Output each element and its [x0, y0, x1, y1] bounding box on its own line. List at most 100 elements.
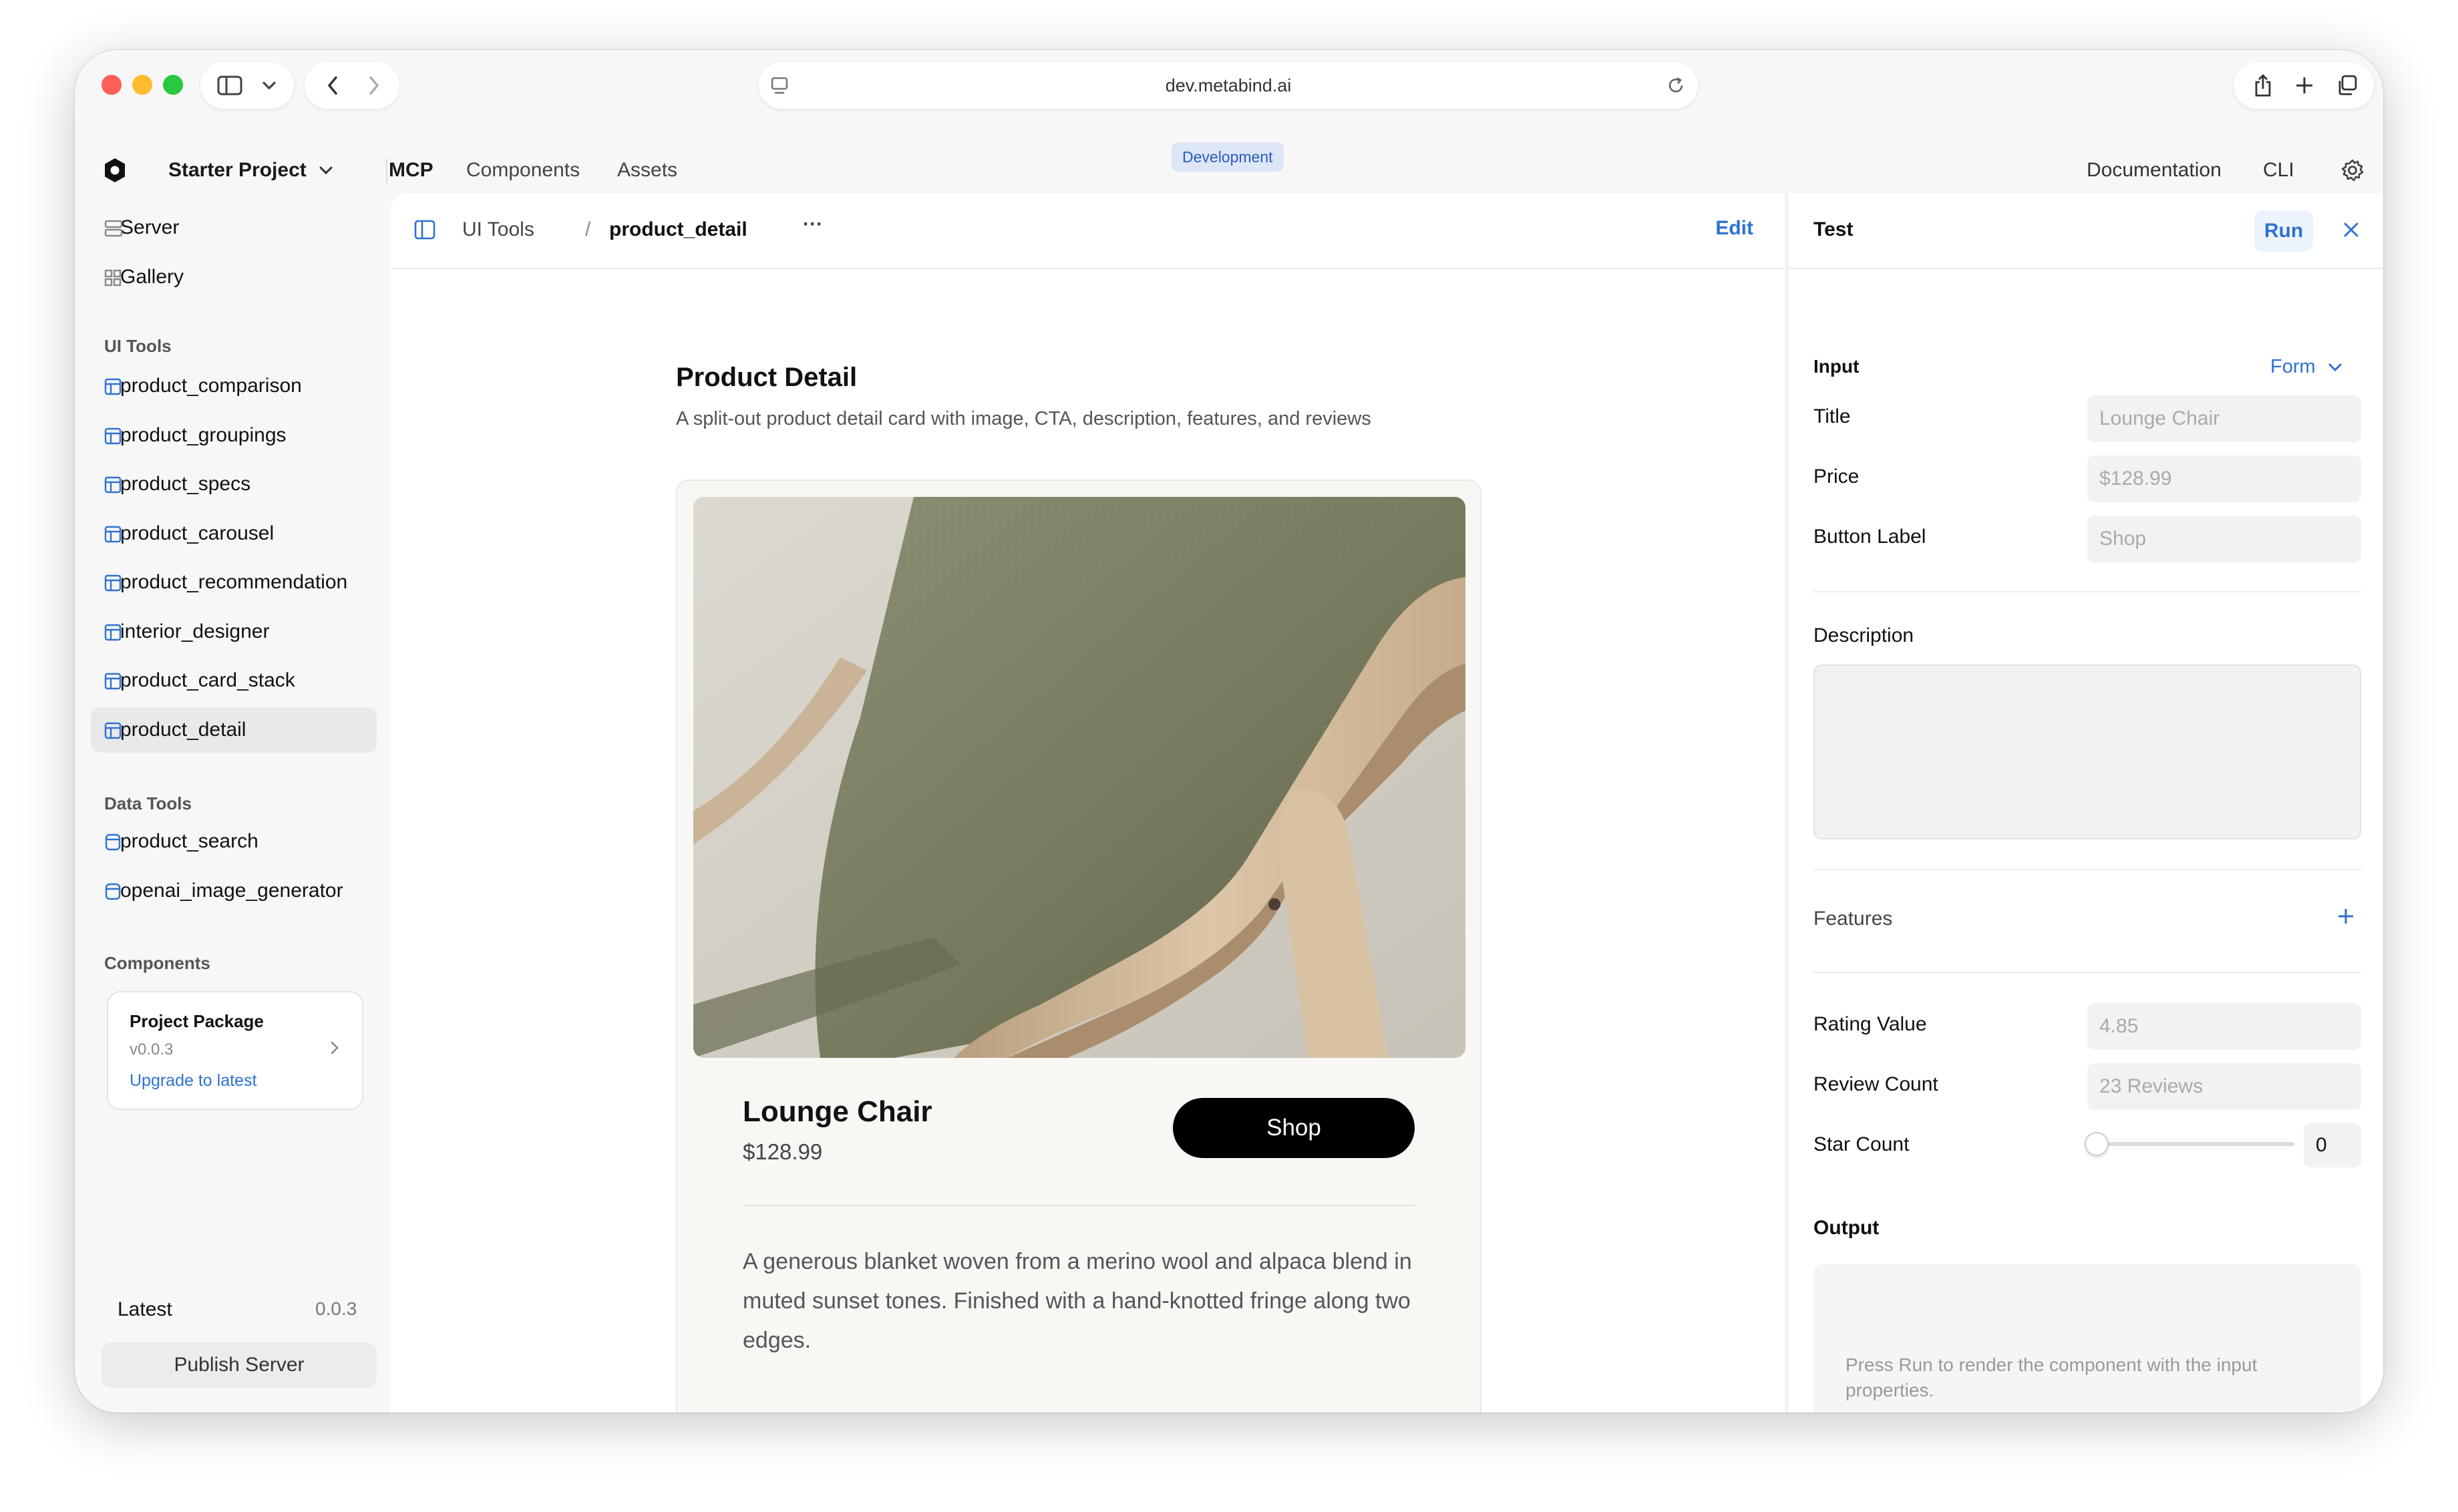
- environment-badge: Development: [1172, 142, 1284, 172]
- layout-icon: [104, 722, 122, 745]
- package-name: Project Package: [130, 1011, 264, 1031]
- sidebar-item-product-specs[interactable]: product_specs: [91, 461, 377, 507]
- description-textarea[interactable]: [1813, 665, 2361, 839]
- database-icon: [104, 833, 122, 856]
- project-name: Starter Project: [168, 159, 307, 181]
- product-name: Lounge Chair: [743, 1095, 932, 1128]
- new-tab-icon[interactable]: [2286, 62, 2323, 109]
- button-label-input[interactable]: Shop: [2087, 516, 2361, 562]
- output-hint: Press Run to render the component with t…: [1846, 1354, 2258, 1400]
- title-input[interactable]: Lounge Chair: [2087, 395, 2361, 442]
- chevron-down-icon: [2328, 363, 2342, 371]
- sidebar-item-interior-designer[interactable]: interior_designer: [91, 609, 377, 654]
- add-feature-icon[interactable]: [2336, 906, 2356, 930]
- sidebar-item-server[interactable]: Server: [91, 205, 377, 250]
- upgrade-link[interactable]: Upgrade to latest: [130, 1071, 256, 1091]
- output-area: Press Run to render the component with t…: [1813, 1264, 2361, 1412]
- address-bar[interactable]: dev.metabind.ai: [759, 62, 1698, 109]
- share-icon[interactable]: [2244, 62, 2282, 109]
- sidebar-item-product-recommendation[interactable]: product_recommendation: [91, 560, 377, 605]
- latest-label: Latest: [118, 1298, 172, 1320]
- forward-icon[interactable]: [358, 62, 390, 109]
- run-button[interactable]: Run: [2254, 210, 2313, 252]
- header-divider: [386, 158, 387, 184]
- section-divider: [1813, 869, 2361, 870]
- output-heading: Output: [1813, 1217, 1880, 1239]
- price-input[interactable]: $128.99: [2087, 455, 2361, 502]
- main-panel: UI Tools / product_detail ··· Edit Produ…: [390, 193, 1784, 1412]
- sidebar-item-product-card-stack[interactable]: product_card_stack: [91, 658, 377, 703]
- breadcrumb-separator: /: [585, 218, 591, 240]
- sidebar-item-product-carousel[interactable]: product_carousel: [91, 511, 377, 556]
- edit-button[interactable]: Edit: [1715, 217, 1753, 240]
- sidebar-item-label: product_search: [120, 830, 258, 852]
- chevron-right-icon: [330, 1041, 339, 1059]
- sidebar-item-label: product_groupings: [120, 423, 287, 446]
- sidebar-item-product-groupings[interactable]: product_groupings: [91, 413, 377, 458]
- tabs-overview-icon[interactable]: [2328, 62, 2366, 109]
- publish-server-button[interactable]: Publish Server: [102, 1342, 377, 1388]
- input-heading: Input: [1813, 356, 1860, 377]
- data-tools-heading: Data Tools: [104, 793, 192, 813]
- form-mode-dropdown[interactable]: Form: [2270, 356, 2342, 378]
- layout-icon: [104, 378, 122, 401]
- database-icon: [104, 883, 122, 906]
- button-label-label: Button Label: [1813, 526, 1926, 548]
- reload-icon[interactable]: [1666, 75, 1686, 100]
- product-price: $128.99: [743, 1139, 823, 1164]
- app-logo-icon[interactable]: [103, 134, 127, 206]
- sidebar-item-label: product_card_stack: [120, 669, 295, 691]
- sidebar-item-product-search[interactable]: product_search: [91, 819, 377, 864]
- minimize-window-button[interactable]: [132, 75, 152, 95]
- url-text: dev.metabind.ai: [1165, 75, 1292, 96]
- star-count-input[interactable]: 0: [2304, 1123, 2361, 1167]
- sidebar-item-label: product_carousel: [120, 522, 275, 544]
- section-divider: [1813, 591, 2361, 592]
- layout-icon: [104, 526, 122, 548]
- project-switcher[interactable]: Starter Project: [168, 134, 333, 206]
- product-image: [693, 497, 1465, 1058]
- chevron-down-icon[interactable]: [258, 62, 281, 109]
- sidebar-item-gallery[interactable]: Gallery: [91, 254, 377, 300]
- slider-handle[interactable]: [2085, 1132, 2109, 1156]
- reader-icon[interactable]: [771, 77, 788, 100]
- features-label: Features: [1813, 908, 1893, 930]
- back-icon[interactable]: [317, 62, 349, 109]
- sidebar-item-openai-image-generator[interactable]: openai_image_generator: [91, 868, 377, 914]
- zoom-window-button[interactable]: [163, 75, 183, 95]
- card-divider: [743, 1205, 1415, 1206]
- sidebar-toggle-icon[interactable]: [215, 62, 244, 109]
- project-package-card[interactable]: Project Package v0.0.3 Upgrade to latest: [107, 991, 363, 1110]
- sidebar-item-label: product_comparison: [120, 375, 302, 397]
- sidebar-item-label: openai_image_generator: [120, 879, 343, 902]
- tool-title: Product Detail: [676, 363, 858, 392]
- sidebar-toggle-group[interactable]: [200, 62, 294, 109]
- close-icon[interactable]: [2342, 221, 2360, 242]
- sidebar-item-label: product_detail: [120, 718, 246, 741]
- more-options-icon[interactable]: ···: [803, 213, 823, 236]
- rating-value-input[interactable]: 4.85: [2087, 1003, 2361, 1050]
- review-count-input[interactable]: 23 Reviews: [2087, 1063, 2361, 1110]
- close-window-button[interactable]: [102, 75, 122, 95]
- title-bar: dev.metabind.ai: [75, 50, 2383, 134]
- latest-version: 0.0.3: [315, 1298, 357, 1319]
- section-divider: [1813, 972, 2361, 973]
- layout-icon: [104, 673, 122, 695]
- ui-tools-heading: UI Tools: [104, 336, 172, 356]
- form-mode-label: Form: [2270, 356, 2316, 377]
- layout-icon: [104, 476, 122, 499]
- sidebar-item-product-comparison[interactable]: product_comparison: [91, 363, 377, 409]
- panel-toggle-icon[interactable]: [414, 220, 435, 243]
- review-count-label: Review Count: [1813, 1073, 1938, 1095]
- package-version: v0.0.3: [130, 1041, 174, 1059]
- components-heading: Components: [104, 953, 210, 973]
- sidebar-item-product-detail[interactable]: product_detail: [91, 707, 377, 753]
- title-label: Title: [1813, 405, 1851, 427]
- shop-button[interactable]: Shop: [1173, 1098, 1415, 1158]
- browser-actions-group: [2234, 62, 2374, 109]
- test-panel-header: Test Run: [1788, 193, 2383, 269]
- star-count-slider[interactable]: [2087, 1142, 2294, 1146]
- product-detail-card: Lounge Chair $128.99 Shop A generous bla…: [676, 480, 1481, 1412]
- breadcrumb-parent[interactable]: UI Tools: [462, 218, 534, 241]
- history-nav-group: [305, 62, 399, 109]
